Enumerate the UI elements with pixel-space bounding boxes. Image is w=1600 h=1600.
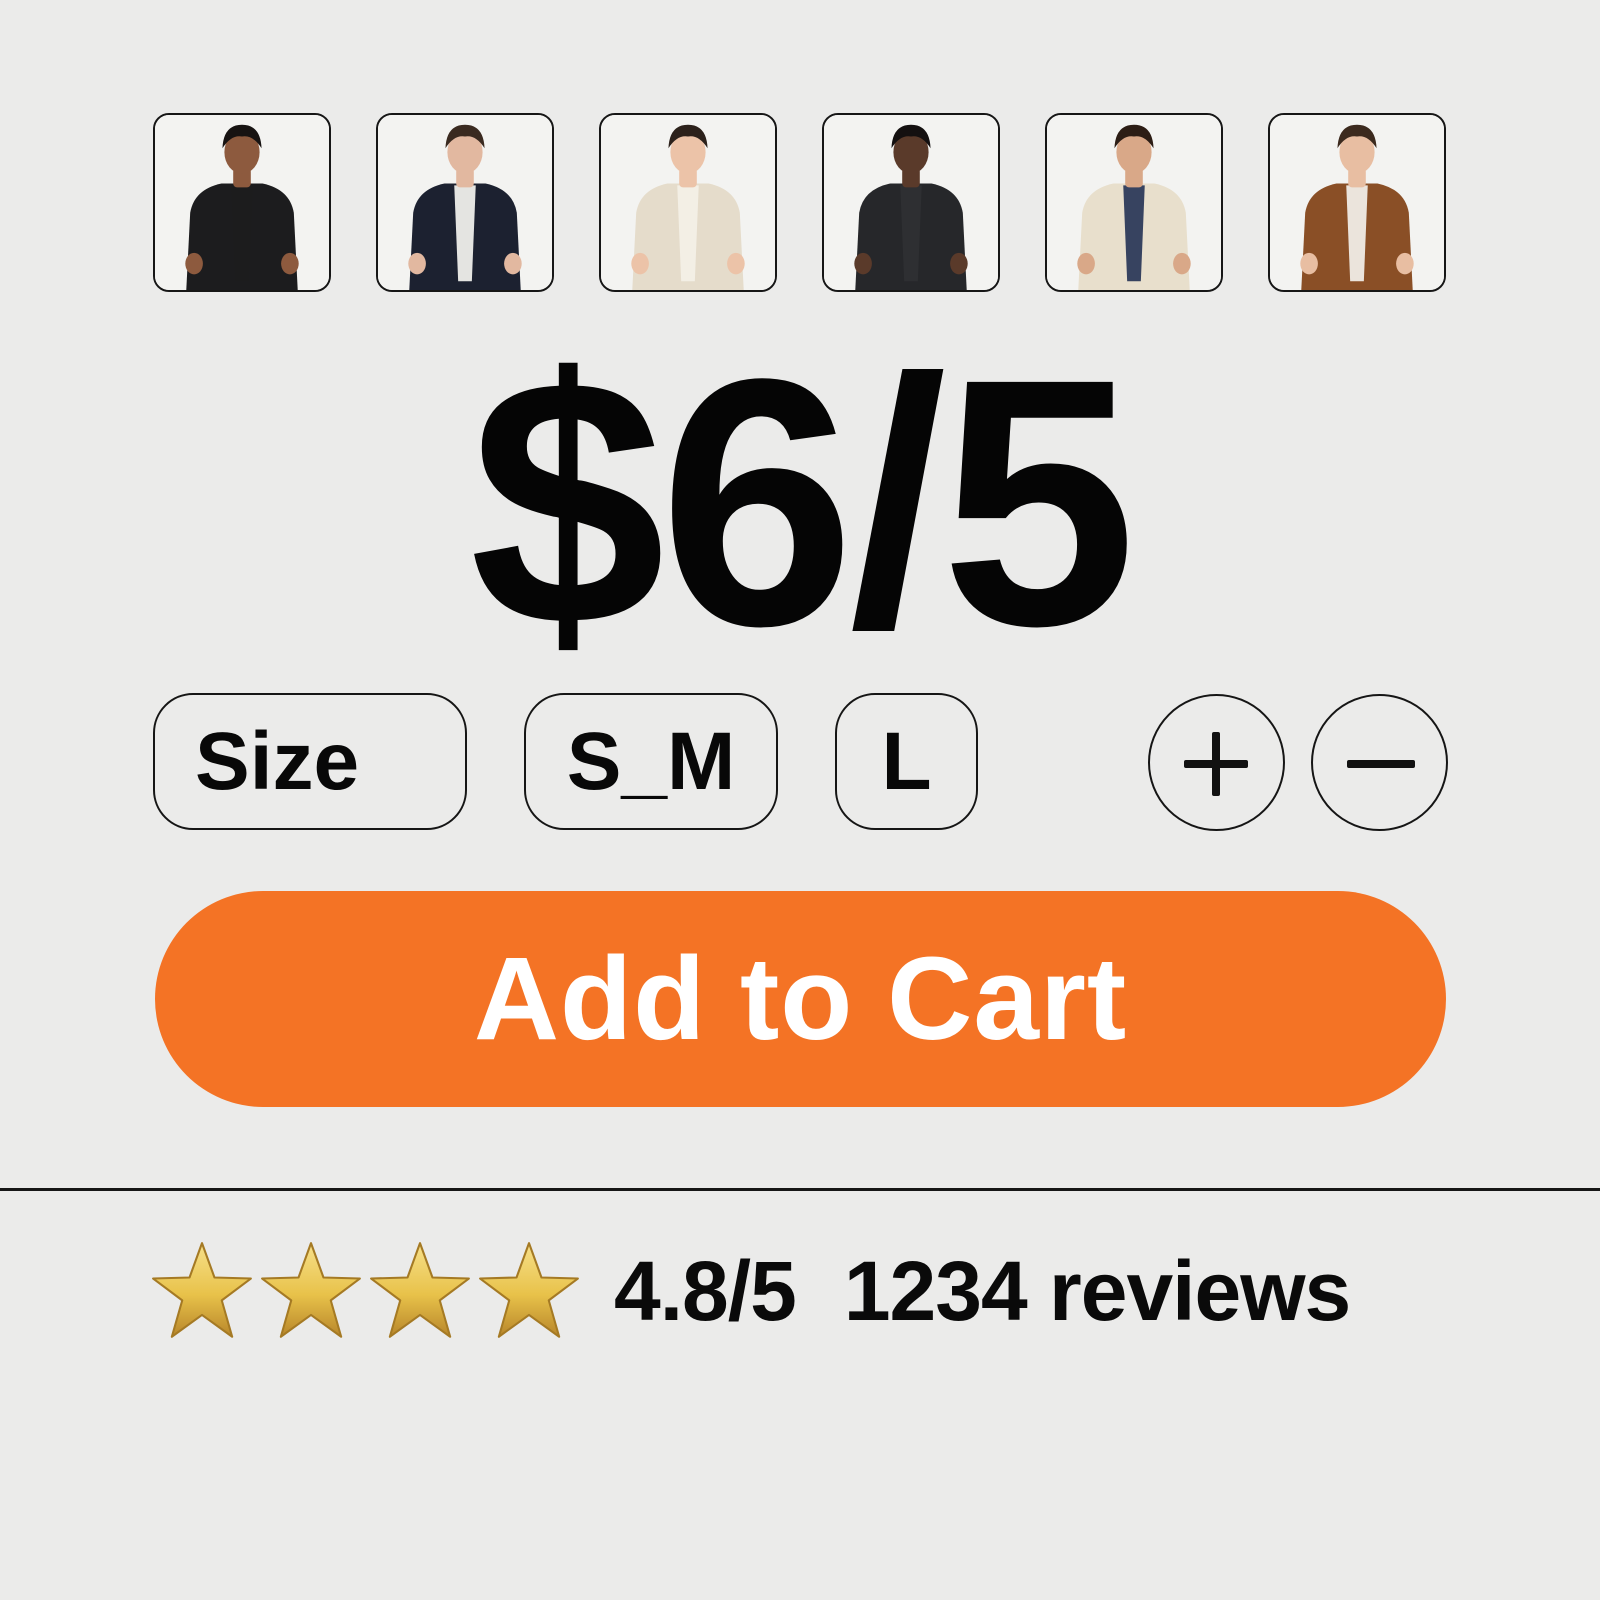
model-cream-fleece-jacket-image [1047,115,1221,290]
increase-quantity-button[interactable] [1148,694,1285,831]
star-icon [152,1242,252,1338]
thumbnail-4[interactable] [822,113,1000,292]
model-navy-jacket-image [378,115,552,290]
model-brown-jacket-image [1270,115,1444,290]
thumbnail-6[interactable] [1268,113,1446,292]
rating-score: 4.8/5 [614,1243,797,1338]
rating-summary: 4.8/5 1234 reviews [150,1236,1351,1346]
thumbnail-3[interactable] [599,113,777,292]
product-thumbnail-gallery [153,113,1447,296]
price: $6/5 [469,305,1136,699]
model-black-hoodie-image [155,115,329,290]
star-icon [261,1242,361,1338]
size-option-s-m[interactable]: S_M [524,693,778,830]
plus-icon-stroke [1212,732,1220,796]
review-count: 1234 reviews [843,1243,1351,1338]
model-charcoal-jacket-image [824,115,998,290]
divider [0,1188,1600,1191]
star-icon [370,1242,470,1338]
star-icon [479,1242,579,1338]
star-rating [150,1239,586,1343]
thumbnail-5[interactable] [1045,113,1223,292]
model-cream-jacket-image [601,115,775,290]
minus-icon [1347,760,1415,768]
decrease-quantity-button[interactable] [1311,694,1448,831]
thumbnail-1[interactable] [153,113,331,292]
size-selector[interactable]: Size [153,693,467,830]
add-to-cart-button[interactable]: Add to Cart [155,891,1446,1107]
thumbnail-2[interactable] [376,113,554,292]
size-option-l[interactable]: L [835,693,978,830]
